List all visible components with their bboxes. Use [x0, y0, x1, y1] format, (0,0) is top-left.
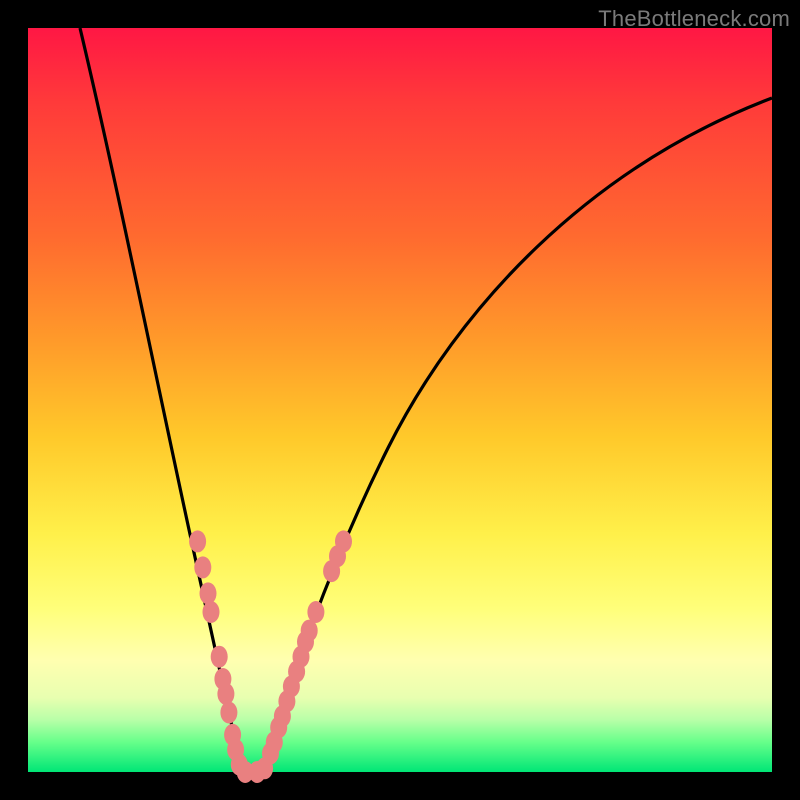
- chart-plot-area: [28, 28, 772, 772]
- scatter-dot: [203, 601, 220, 623]
- bottleneck-curve-svg: [28, 28, 772, 772]
- scatter-dot: [200, 582, 217, 604]
- curve-right-branch: [262, 98, 772, 772]
- scatter-dot: [335, 530, 352, 552]
- scatter-dot: [189, 530, 206, 552]
- scatter-dot: [307, 601, 324, 623]
- scatter-dot: [211, 646, 228, 668]
- scatter-dot: [217, 683, 234, 705]
- scatter-dot: [220, 702, 237, 724]
- scatter-dot: [194, 556, 211, 578]
- scatter-dots-group: [189, 530, 352, 783]
